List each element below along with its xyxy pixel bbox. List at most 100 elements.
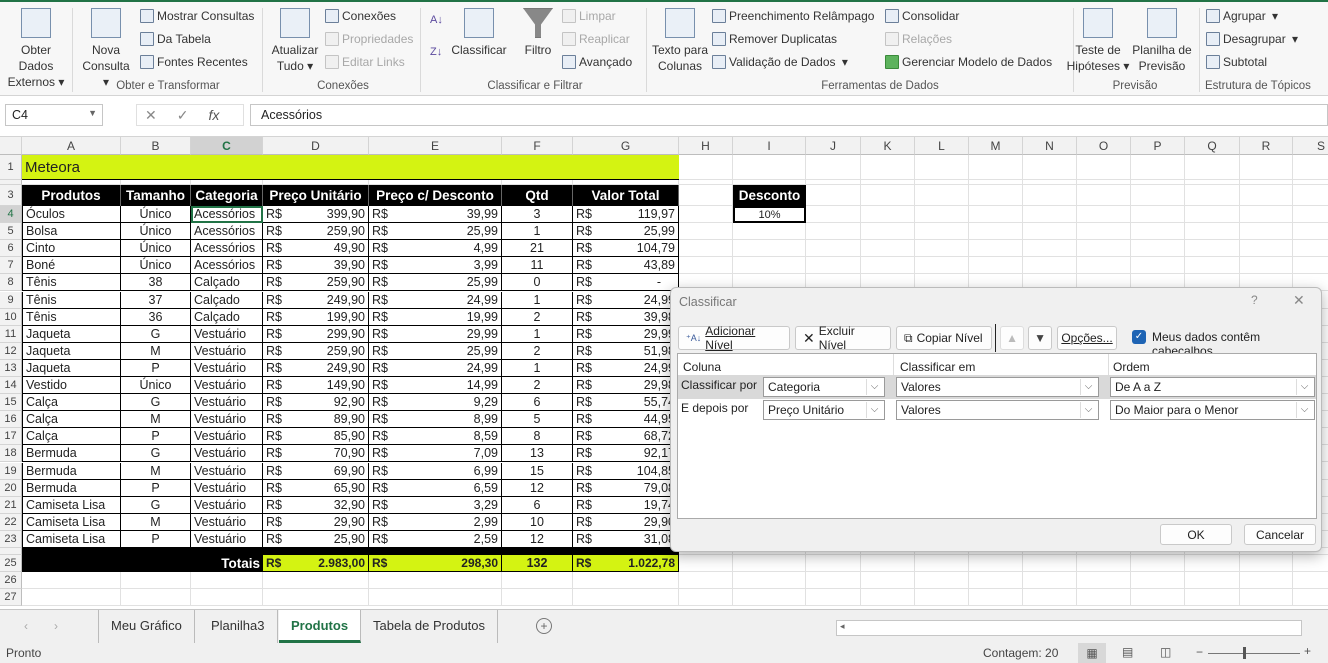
filter-button[interactable]: Filtro bbox=[518, 8, 558, 58]
cell-tamanho[interactable]: P bbox=[121, 359, 191, 377]
cell[interactable] bbox=[1293, 206, 1328, 224]
table-header[interactable]: Qtd bbox=[502, 185, 573, 206]
cell[interactable] bbox=[1131, 155, 1185, 180]
cell-categoria[interactable]: Vestuário bbox=[191, 394, 263, 412]
cell-currency[interactable]: R$ 25,90 bbox=[263, 530, 369, 548]
cell[interactable] bbox=[915, 155, 969, 180]
cell[interactable] bbox=[191, 572, 263, 590]
cell[interactable] bbox=[1077, 223, 1131, 241]
cell-currency[interactable]: R$ 92,17 bbox=[573, 445, 679, 463]
column-header-l[interactable]: L bbox=[915, 137, 969, 155]
scroll-left-icon[interactable]: ‹ bbox=[24, 619, 28, 633]
cell-categoria[interactable]: Vestuário bbox=[191, 513, 263, 531]
tab-produtos[interactable]: Produtos bbox=[279, 610, 362, 643]
cell-currency[interactable]: R$ 43,89 bbox=[573, 257, 679, 275]
consolidate-button[interactable]: Consolidar bbox=[885, 9, 959, 23]
cell-produto[interactable]: Bermuda bbox=[22, 479, 121, 497]
cell[interactable] bbox=[121, 572, 191, 590]
cell-currency[interactable]: R$ 259,90 bbox=[263, 274, 369, 292]
column-header-k[interactable]: K bbox=[861, 137, 915, 155]
cell[interactable] bbox=[915, 257, 969, 275]
cell[interactable] bbox=[969, 223, 1023, 241]
cell-produto[interactable]: Tênis bbox=[22, 291, 121, 309]
cell-qtd[interactable]: 12 bbox=[502, 530, 573, 548]
cell-currency[interactable]: R$ 25,99 bbox=[369, 342, 502, 360]
row-header[interactable]: 18 bbox=[0, 445, 22, 463]
zoom-slider[interactable] bbox=[1208, 653, 1300, 654]
scroll-right-icon[interactable]: › bbox=[54, 619, 58, 633]
manage-data-model-button[interactable]: Gerenciar Modelo de Dados bbox=[885, 55, 1052, 69]
cell-currency[interactable]: R$ 55,74 bbox=[573, 394, 679, 412]
table-header[interactable]: Preço Unitário bbox=[263, 185, 369, 206]
cell-currency[interactable]: R$ 92,90 bbox=[263, 394, 369, 412]
column-header-g[interactable]: G bbox=[573, 137, 679, 155]
cell[interactable] bbox=[679, 589, 733, 607]
cell[interactable] bbox=[679, 257, 733, 275]
cell[interactable] bbox=[861, 257, 915, 275]
cell[interactable] bbox=[861, 185, 915, 206]
cell-categoria[interactable]: Calçado bbox=[191, 308, 263, 326]
cell[interactable] bbox=[733, 240, 806, 258]
cell-currency[interactable]: R$ 51,98 bbox=[573, 342, 679, 360]
cell-produto[interactable]: Camiseta Lisa bbox=[22, 530, 121, 548]
formula-input[interactable]: Acessórios bbox=[250, 104, 1328, 126]
cell[interactable] bbox=[861, 206, 915, 224]
tab-tabela-de-produtos[interactable]: Tabela de Produtos bbox=[361, 610, 499, 643]
cell[interactable] bbox=[733, 223, 806, 241]
cell-currency[interactable]: R$ 24,99 bbox=[369, 291, 502, 309]
page-layout-icon[interactable]: ▤ bbox=[1122, 645, 1133, 659]
cell-tamanho[interactable]: P bbox=[121, 479, 191, 497]
cell[interactable] bbox=[1131, 572, 1185, 590]
cell-categoria[interactable]: Vestuário bbox=[191, 530, 263, 548]
cell[interactable] bbox=[733, 572, 806, 590]
cell-categoria[interactable]: Vestuário bbox=[191, 411, 263, 429]
cell[interactable] bbox=[1023, 589, 1077, 607]
cell[interactable] bbox=[1293, 223, 1328, 241]
cell-tamanho[interactable]: M bbox=[121, 342, 191, 360]
cell[interactable] bbox=[861, 155, 915, 180]
total-desconto[interactable]: R$ 298,30 bbox=[369, 555, 502, 573]
cell[interactable] bbox=[915, 572, 969, 590]
flash-fill-button[interactable]: Preenchimento Relâmpago bbox=[712, 9, 874, 23]
cell[interactable] bbox=[969, 572, 1023, 590]
cell[interactable] bbox=[806, 240, 861, 258]
order-select-2[interactable]: Do Maior para o Menor ⌵ bbox=[1110, 400, 1315, 420]
total-qtd[interactable]: 132 bbox=[502, 555, 573, 573]
ok-button[interactable]: OK bbox=[1160, 524, 1232, 545]
cell-currency[interactable]: R$ 14,99 bbox=[369, 377, 502, 395]
cell-produto[interactable]: Óculos bbox=[22, 206, 121, 224]
normal-view-icon[interactable]: ▦ bbox=[1078, 643, 1106, 663]
table-header[interactable]: Categoria bbox=[191, 185, 263, 206]
cell-tamanho[interactable]: P bbox=[121, 530, 191, 548]
cell[interactable] bbox=[1293, 185, 1328, 206]
cell-currency[interactable]: R$ 249,90 bbox=[263, 291, 369, 309]
cell[interactable] bbox=[1240, 572, 1293, 590]
cell-qtd[interactable]: 3 bbox=[502, 206, 573, 224]
cell-currency[interactable]: R$ 3,99 bbox=[369, 257, 502, 275]
cell[interactable] bbox=[1023, 206, 1077, 224]
get-external-data-button[interactable]: Obter Dados Externos ▾ bbox=[2, 8, 70, 90]
cell-currency[interactable]: R$ 68,72 bbox=[573, 428, 679, 446]
cell-currency[interactable]: R$ 44,95 bbox=[573, 411, 679, 429]
cell[interactable] bbox=[915, 555, 969, 573]
cell[interactable] bbox=[1293, 572, 1328, 590]
cell-produto[interactable]: Jaqueta bbox=[22, 342, 121, 360]
sort-az-icon[interactable]: A↓ bbox=[430, 14, 443, 26]
column-header-i[interactable]: I bbox=[733, 137, 806, 155]
cell-currency[interactable]: R$ 9,29 bbox=[369, 394, 502, 412]
row-header[interactable]: 5 bbox=[0, 223, 22, 241]
cell-categoria[interactable]: Vestuário bbox=[191, 445, 263, 463]
cell-categoria[interactable]: Calçado bbox=[191, 274, 263, 292]
cell[interactable] bbox=[861, 589, 915, 607]
cell[interactable] bbox=[806, 555, 861, 573]
cell-currency[interactable]: R$ 39,99 bbox=[369, 206, 502, 224]
order-select-1[interactable]: De A a Z ⌵ bbox=[1110, 377, 1315, 397]
cell[interactable] bbox=[1185, 555, 1240, 573]
cell[interactable] bbox=[369, 572, 502, 590]
cell-currency[interactable]: R$ 4,99 bbox=[369, 240, 502, 258]
cell[interactable] bbox=[679, 555, 733, 573]
cell[interactable] bbox=[1240, 155, 1293, 180]
cell-categoria[interactable]: Vestuário bbox=[191, 462, 263, 480]
cell-categoria[interactable]: Vestuário bbox=[191, 325, 263, 343]
close-button[interactable]: ✕ bbox=[1293, 292, 1305, 309]
